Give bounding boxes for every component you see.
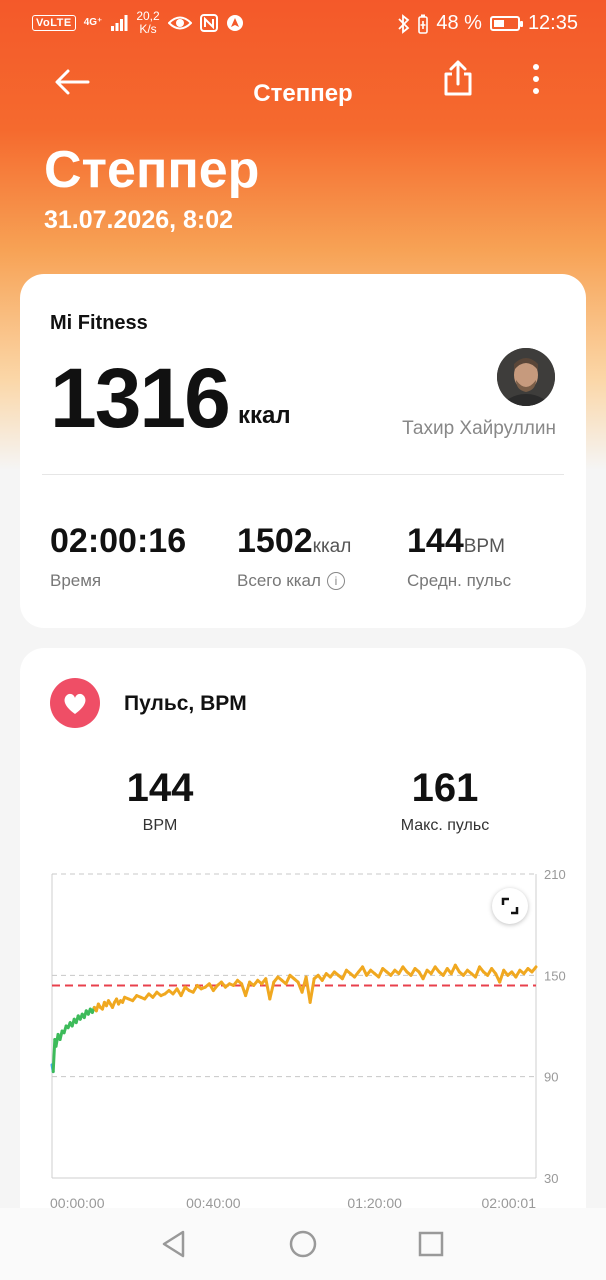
pulse-line-segment [268, 980, 276, 1001]
stat-unit: ккал [312, 536, 352, 557]
info-icon[interactable]: i [326, 572, 345, 590]
network-speed: 20,2 K/s [136, 10, 159, 36]
speed-unit: K/s [139, 22, 157, 36]
calories-value: 1316 [50, 351, 231, 445]
y-tick-label: 30 [544, 1171, 558, 1186]
page-title: Степпер [44, 141, 260, 199]
avatar[interactable] [497, 348, 555, 406]
battery-icon [489, 16, 523, 31]
user-name: Тахир Хайруллин [402, 418, 556, 439]
stat-value: 1502 [237, 522, 313, 560]
stat-duration: 02:00:16 Время [50, 522, 186, 591]
system-nav-bar [0, 1208, 606, 1280]
clock: 12:35 [527, 12, 578, 34]
signal-icon [111, 15, 128, 31]
volte-indicator: VoLTE [32, 15, 76, 31]
pulse-line-segment [244, 980, 252, 998]
nav-home-icon[interactable] [285, 1226, 321, 1262]
divider [42, 474, 564, 475]
stat-label: Время [50, 571, 102, 590]
pulse-line-segment [530, 965, 538, 974]
stat-total-calories: 1502ккал Всего ккал i [237, 522, 351, 591]
calories-unit: ккал [238, 402, 291, 429]
nav-recents-icon[interactable] [413, 1226, 449, 1262]
pulse-line-segment [308, 977, 316, 1004]
network-type: 4G⁺ [83, 17, 103, 28]
expand-icon [501, 897, 519, 915]
pulse-card: Пульс, BPM 144 BPM 161 Макс. пульс 30 90 1… [20, 648, 586, 1268]
eye-icon [167, 16, 192, 30]
stat-label: Средн. пульс [407, 571, 512, 590]
x-tick-label: 00:40:00 [186, 1195, 241, 1208]
stat-value: 02:00:16 [50, 522, 187, 560]
workout-date: 31.07.2026, 8:02 [44, 206, 234, 234]
app-bar: Степпер [0, 52, 606, 136]
nfc-icon [199, 14, 218, 32]
summary-card: Mi Fitness 1316 ккал Тахир Хайруллин 02:… [20, 274, 586, 628]
y-tick-label: 90 [544, 1070, 558, 1085]
x-tick-label: 01:20:00 [347, 1195, 402, 1208]
navigation-icon [226, 15, 243, 31]
more-options-icon[interactable] [522, 62, 550, 96]
bluetooth-icon [398, 13, 410, 34]
stat-avg-pulse: 144BPM Средн. пульс [407, 522, 511, 591]
battery-saver-icon [418, 14, 429, 34]
pulse-line-segment [498, 968, 506, 984]
stat-label: Всего ккал [237, 571, 321, 590]
expand-chart-button[interactable] [492, 888, 528, 924]
battery-level [493, 20, 505, 27]
battery-percent: 48 % [436, 12, 482, 34]
stat-value: 144 [407, 522, 464, 560]
x-tick-label: 02:00:01 [482, 1195, 537, 1208]
x-tick-label: 00:00:00 [50, 1195, 105, 1208]
pulse-chart: 30 90 150 210 00:00:00 00:40:00 01:20:00 02:00:… [50, 867, 566, 1208]
y-tick-label: 210 [544, 867, 566, 882]
share-icon[interactable] [440, 58, 476, 98]
data-source: Mi Fitness [50, 312, 148, 334]
nav-back-icon[interactable] [156, 1226, 192, 1262]
stat-unit: BPM [463, 536, 505, 557]
y-tick-label: 150 [544, 968, 566, 983]
app-bar-title: Степпер [253, 80, 353, 107]
avatar-image [497, 348, 555, 406]
status-bar: VoLTE 4G⁺ 20,2 K/s 48 % 12:35 [0, 0, 606, 52]
